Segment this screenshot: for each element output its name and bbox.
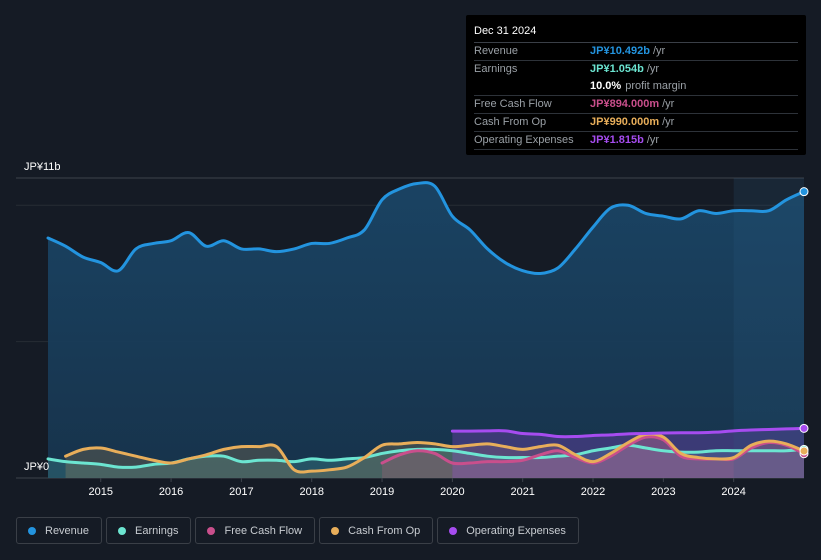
- endpoint-operating-expenses: [799, 423, 809, 433]
- tooltip-label: Cash From Op: [474, 116, 547, 128]
- x-tick-label: 2016: [159, 486, 183, 498]
- legend-label: Cash From Op: [348, 524, 421, 537]
- legend-label: Revenue: [45, 524, 90, 537]
- legend-item-free-cash-flow[interactable]: Free Cash Flow: [195, 517, 316, 544]
- tooltip-label: Operating Expenses: [474, 134, 574, 146]
- y-tick-label-zero: JP¥0: [24, 461, 49, 473]
- x-tick-label: 2022: [581, 486, 605, 498]
- tooltip: Dec 31 2024 Revenue JP¥10.492b/yr Earnings…: [466, 15, 806, 155]
- forecast-shade: [733, 178, 804, 478]
- legend-item-earnings[interactable]: Earnings: [106, 517, 192, 544]
- tooltip-row: Cash From Op JP¥990.000m/yr: [474, 114, 798, 132]
- legend: Revenue Earnings Free Cash Flow Cash From O…: [16, 517, 579, 544]
- legend-dot-icon: [331, 526, 340, 535]
- tooltip-value: JP¥894.000m: [590, 98, 660, 110]
- tooltip-unit: /yr: [646, 63, 660, 75]
- tooltip-label: [474, 78, 590, 95]
- endpoint-cash-from-op: [799, 446, 809, 456]
- tooltip-row: Revenue JP¥10.492b/yr: [474, 43, 798, 61]
- tooltip-row: 10.0% profit margin: [474, 78, 798, 96]
- y-tick-label-max: JP¥11b: [24, 161, 61, 173]
- tooltip-unit: /yr: [646, 134, 660, 146]
- tooltip-value: JP¥10.492b: [590, 45, 650, 57]
- tooltip-unit: /yr: [652, 45, 666, 57]
- tooltip-row: Free Cash Flow JP¥894.000m/yr: [474, 96, 798, 114]
- x-tick-label: 2017: [229, 486, 253, 498]
- legend-dot-icon: [28, 526, 36, 535]
- x-tick-label: 2019: [370, 486, 394, 498]
- tooltip-label: Free Cash Flow: [474, 98, 552, 110]
- tooltip-value: JP¥1.815b: [590, 134, 644, 146]
- tooltip-value: JP¥1.054b: [590, 63, 644, 75]
- tooltip-label: Earnings: [474, 63, 518, 75]
- tooltip-value: JP¥990.000m: [590, 116, 660, 128]
- tooltip-date: Dec 31 2024: [474, 23, 798, 43]
- x-tick-label: 2015: [89, 486, 113, 498]
- x-tick-label: 2024: [721, 486, 745, 498]
- legend-item-revenue[interactable]: Revenue: [16, 517, 103, 544]
- legend-label: Operating Expenses: [466, 524, 566, 537]
- tooltip-unit: profit margin: [625, 80, 687, 92]
- x-tick-label: 2020: [440, 486, 464, 498]
- x-tick-label: 2018: [299, 486, 323, 498]
- tooltip-row: Operating Expenses JP¥1.815b/yr: [474, 132, 798, 150]
- endpoint-revenue: [799, 187, 809, 197]
- legend-label: Free Cash Flow: [224, 524, 303, 537]
- tooltip-value: 10.0%: [590, 80, 622, 92]
- legend-label: Earnings: [135, 524, 179, 537]
- tooltip-label: Revenue: [474, 45, 519, 57]
- legend-item-operating-expenses[interactable]: Operating Expenses: [437, 517, 579, 544]
- x-tick-label: 2023: [651, 486, 675, 498]
- tooltip-unit: /yr: [662, 98, 675, 110]
- legend-dot-icon: [118, 526, 127, 535]
- x-tick-label: 2021: [510, 486, 534, 498]
- legend-dot-icon: [207, 526, 216, 535]
- tooltip-unit: /yr: [662, 116, 675, 128]
- legend-dot-icon: [449, 526, 458, 535]
- tooltip-row: Earnings JP¥1.054b/yr: [474, 61, 798, 78]
- legend-item-cash-from-op[interactable]: Cash From Op: [319, 517, 434, 544]
